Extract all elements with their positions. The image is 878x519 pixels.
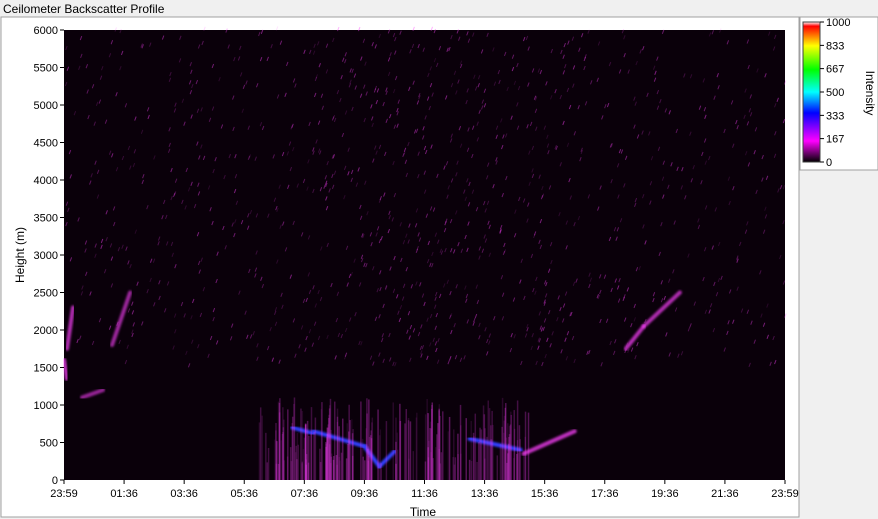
y-tick-label: 2000 <box>34 325 58 337</box>
y-tick-label: 4000 <box>34 175 58 187</box>
x-tick-label: 17:36 <box>591 488 619 500</box>
x-tick-label: 19:36 <box>651 488 679 500</box>
y-tick-label: 0 <box>52 475 58 487</box>
colorbar-tick-label: 833 <box>826 40 844 52</box>
colorbar-tick-label: 0 <box>826 157 832 169</box>
y-tick-label: 5500 <box>34 63 58 75</box>
y-tick-label: 1500 <box>34 363 58 375</box>
x-tick-label: 23:59 <box>771 488 799 500</box>
y-tick-label: 5000 <box>34 100 58 112</box>
x-tick-label: 09:36 <box>351 488 379 500</box>
y-tick-label: 3000 <box>34 250 58 262</box>
x-tick-label: 13:36 <box>471 488 499 500</box>
colorbar-tick-label: 333 <box>826 110 844 122</box>
x-axis-label: Time <box>410 505 437 519</box>
y-axis-label: Height (m) <box>13 227 27 283</box>
x-tick-label: 01:36 <box>110 488 138 500</box>
x-tick-label: 21:36 <box>711 488 739 500</box>
y-tick-label: 4500 <box>34 138 58 150</box>
colorbar-tick-label: 500 <box>826 87 844 99</box>
colorbar-tick-label: 1000 <box>826 17 850 29</box>
x-tick-label: 03:36 <box>170 488 198 500</box>
x-tick-label: 15:36 <box>531 488 559 500</box>
y-tick-label: 2500 <box>34 288 58 300</box>
x-tick-label: 11:36 <box>411 488 438 500</box>
colorbar <box>802 21 821 163</box>
y-tick-label: 3500 <box>34 213 58 225</box>
y-tick-label: 6000 <box>34 25 58 37</box>
x-tick-label: 23:59 <box>50 488 78 500</box>
y-tick-label: 1000 <box>34 400 58 412</box>
colorbar-tick-label: 167 <box>826 134 844 146</box>
chart: 0500100015002000250030003500400045005000… <box>0 16 878 519</box>
x-tick-label: 05:36 <box>230 488 258 500</box>
x-tick-label: 07:36 <box>291 488 319 500</box>
colorbar-label: Intensity <box>863 71 877 116</box>
y-tick-label: 500 <box>40 438 58 450</box>
colorbar-tick-label: 667 <box>826 64 844 76</box>
